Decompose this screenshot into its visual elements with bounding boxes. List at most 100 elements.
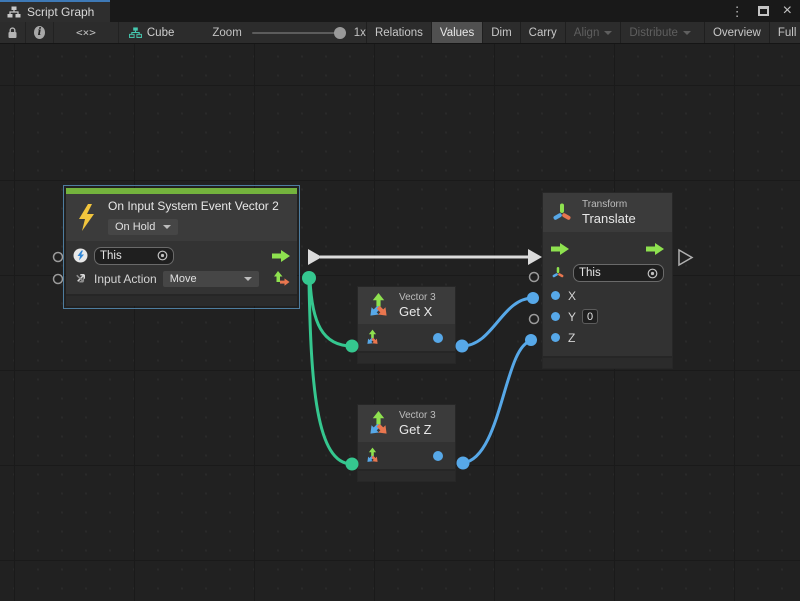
dim-button[interactable]: Dim — [482, 22, 519, 43]
distribute-dropdown: Distribute — [620, 22, 699, 43]
object-picker-icon[interactable] — [647, 268, 658, 279]
zoom-label: Zoom — [212, 27, 241, 39]
code-icon: <×> — [62, 26, 110, 39]
get-x-footer — [358, 351, 455, 363]
float-output-port[interactable] — [433, 333, 443, 343]
get-z-footer — [358, 469, 455, 481]
get-z-category: Vector 3 — [399, 410, 436, 422]
y-input-port[interactable] — [551, 312, 560, 321]
event-target-field[interactable]: This — [94, 247, 174, 265]
fullscreen-button[interactable]: Full Screen — [769, 22, 800, 43]
info-button[interactable]: i — [26, 22, 54, 43]
flow-wire-start-arrow[interactable] — [308, 249, 322, 265]
zoom-slider-handle[interactable] — [334, 27, 346, 39]
relations-button[interactable]: Relations — [366, 22, 431, 43]
x-input-port[interactable] — [551, 291, 560, 300]
transform-mini-icon — [551, 266, 565, 280]
vector2-wire-to-get-x[interactable] — [310, 280, 352, 346]
float-wire-x[interactable] — [462, 298, 533, 346]
translate-node-header: Transform Translate — [543, 193, 672, 232]
values-button[interactable]: Values — [431, 22, 482, 43]
vector3-icon — [365, 410, 392, 437]
zoom-slider[interactable] — [252, 32, 344, 34]
transform-icon — [551, 202, 573, 224]
graph-breadcrumb[interactable]: Cube — [119, 22, 185, 43]
event-mode-dropdown[interactable]: On Hold — [108, 219, 178, 235]
input-action-label: Input Action — [94, 272, 157, 286]
vector3-input-port[interactable] — [364, 329, 381, 346]
vector3-input-port[interactable] — [364, 447, 381, 464]
vector2-output-port[interactable] — [273, 271, 290, 287]
zoom-control: Zoom 1x — [212, 22, 366, 43]
carry-button[interactable]: Carry — [520, 22, 565, 43]
close-icon[interactable]: × — [783, 3, 792, 19]
lock-button[interactable] — [0, 22, 26, 43]
vector2-wire-to-get-z[interactable] — [309, 282, 352, 464]
node-on-input-system-event[interactable]: On Input System Event Vector 2 On Hold — [66, 188, 297, 306]
translate-x-input-dot[interactable] — [527, 292, 539, 304]
event-node-title: On Input System Event Vector 2 — [108, 199, 279, 213]
align-dropdown: Align — [565, 22, 621, 43]
float-wire-z[interactable] — [463, 341, 531, 463]
node-transform-translate[interactable]: Transform Translate — [542, 192, 673, 369]
event-node-footer — [66, 294, 297, 306]
get-z-header: Vector 3 Get Z — [358, 405, 455, 442]
info-icon: i — [34, 26, 45, 39]
graph-canvas[interactable]: On Input System Event Vector 2 On Hold — [0, 44, 800, 601]
vector3-icon — [365, 292, 392, 319]
translate-flow-out-triangle[interactable] — [679, 250, 692, 265]
lightning-bolt-icon — [76, 204, 96, 231]
get-x-port-row — [358, 324, 455, 351]
self-target-icon — [73, 248, 88, 263]
maximize-icon[interactable] — [758, 6, 769, 16]
translate-category: Transform — [582, 199, 636, 211]
graph-name: Cube — [147, 27, 175, 39]
node-vector3-get-x[interactable]: Vector 3 Get X — [357, 286, 456, 364]
event-target-port-circle[interactable] — [54, 253, 63, 262]
window-menu-icon[interactable]: ⋮ — [731, 5, 744, 18]
float-output-port[interactable] — [433, 451, 443, 461]
translate-node-footer — [543, 356, 672, 368]
code-view-button[interactable]: <×> — [54, 22, 119, 43]
chevron-down-icon — [163, 225, 171, 229]
tab-script-graph[interactable]: Script Graph — [0, 0, 110, 22]
translate-x-row: X — [549, 285, 666, 306]
z-port-label: Z — [568, 331, 575, 345]
translate-target-row: This — [549, 261, 666, 285]
chevron-down-icon — [604, 31, 612, 35]
event-node-header: On Input System Event Vector 2 On Hold — [66, 194, 297, 241]
translate-z-input-dot[interactable] — [525, 334, 537, 346]
get-z-output-dot[interactable] — [457, 457, 470, 470]
event-target-row: This — [71, 244, 292, 267]
translate-target-port-circle[interactable] — [530, 273, 539, 282]
graph-toolbar: i <×> Cube Zoom 1x Relations Values Dim — [0, 22, 800, 44]
translate-y-row: Y 0 — [549, 306, 666, 327]
z-input-port[interactable] — [551, 333, 560, 342]
lock-icon — [7, 27, 18, 39]
x-port-label: X — [568, 289, 576, 303]
flow-output-port[interactable] — [272, 250, 290, 262]
flow-output-port[interactable] — [646, 243, 664, 255]
translate-target-field[interactable]: This — [573, 264, 664, 282]
overview-button[interactable]: Overview — [704, 22, 769, 43]
script-graph-icon — [7, 6, 21, 18]
input-action-icon — [73, 271, 88, 286]
y-value-field[interactable]: 0 — [582, 309, 598, 324]
input-action-dropdown[interactable]: Move — [163, 271, 259, 287]
y-port-label: Y — [568, 310, 576, 324]
object-picker-icon[interactable] — [157, 250, 168, 261]
node-vector3-get-z[interactable]: Vector 3 Get Z — [357, 404, 456, 482]
flow-input-port[interactable] — [551, 243, 569, 255]
toolbar-button-row: Relations Values Dim Carry Align Distrib… — [366, 22, 800, 43]
event-action-port-circle[interactable] — [54, 275, 63, 284]
event-action-row: Input Action Move — [71, 267, 292, 290]
vector2-source-port-dot[interactable] — [302, 271, 316, 285]
event-node-selection: On Input System Event Vector 2 On Hold — [63, 185, 300, 309]
chevron-down-icon — [244, 277, 252, 281]
get-z-title: Get Z — [399, 422, 436, 437]
window-titlebar: Script Graph ⋮ × — [0, 0, 800, 22]
get-x-header: Vector 3 Get X — [358, 287, 455, 324]
translate-y-port-circle[interactable] — [530, 315, 539, 324]
translate-flow-row — [549, 236, 666, 261]
get-x-output-dot[interactable] — [456, 340, 469, 353]
